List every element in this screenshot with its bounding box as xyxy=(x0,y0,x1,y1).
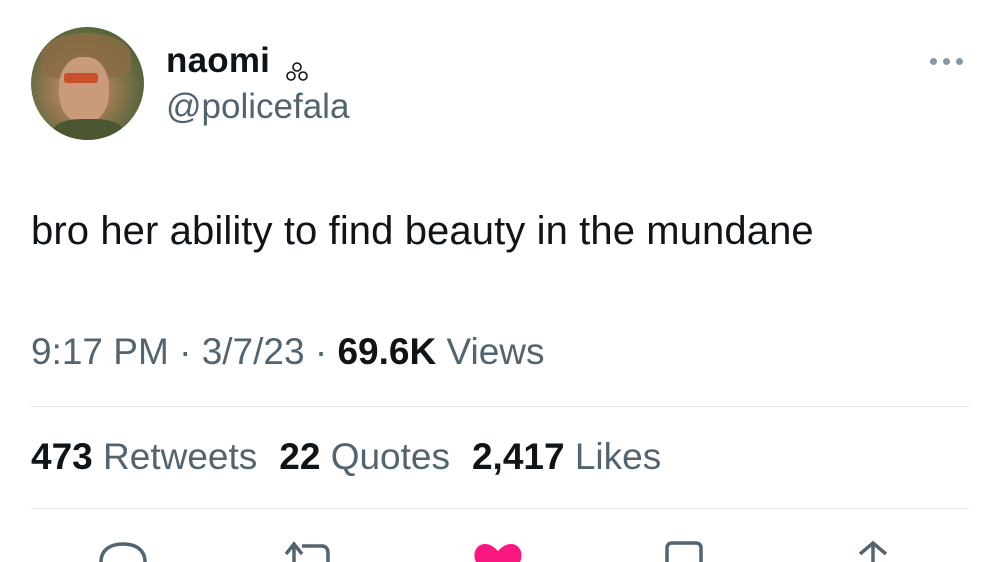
tweet-text: bro her ability to find beauty in the mu… xyxy=(31,209,814,253)
likes-count: 2,417 xyxy=(471,436,565,477)
more-options-icon[interactable] xyxy=(925,52,967,70)
meta-separator: · xyxy=(179,331,192,372)
divider xyxy=(31,406,969,407)
engagement-stats: 473 Retweets 22 Quotes 2,417 Likes xyxy=(31,436,661,478)
retweets-label: Retweets xyxy=(103,436,258,477)
avatar-shirt xyxy=(53,119,123,140)
tweet-meta: 9:17 PM · 3/7/23 · 69.6K Views xyxy=(31,331,545,373)
quotes-count: 22 xyxy=(279,436,321,477)
views-label: Views xyxy=(446,331,545,372)
heart-icon[interactable] xyxy=(472,540,524,562)
three-circles-icon xyxy=(286,62,308,81)
tweet-time[interactable]: 9:17 PM xyxy=(31,331,169,372)
likes-link[interactable]: 2,417 Likes xyxy=(472,436,661,477)
author-name[interactable]: naomi xyxy=(166,41,270,81)
reply-icon[interactable] xyxy=(98,540,148,562)
views-count: 69.6K xyxy=(337,331,437,372)
action-bar xyxy=(0,536,1000,562)
avatar[interactable] xyxy=(31,27,144,140)
divider xyxy=(31,508,969,509)
share-icon[interactable] xyxy=(856,540,890,562)
bookmark-icon[interactable] xyxy=(664,540,704,562)
more-dot xyxy=(955,57,963,65)
likes-label: Likes xyxy=(574,436,662,477)
retweets-link[interactable]: 473 Retweets xyxy=(31,436,257,477)
more-dot xyxy=(929,57,937,65)
retweet-icon[interactable] xyxy=(282,540,332,562)
meta-separator: · xyxy=(314,331,328,372)
quotes-label: Quotes xyxy=(330,436,450,477)
avatar-face-paint xyxy=(64,73,98,83)
author-handle[interactable]: @policefala xyxy=(166,87,349,127)
tweet-date[interactable]: 3/7/23 xyxy=(202,331,305,372)
avatar-face xyxy=(59,57,109,123)
retweets-count: 473 xyxy=(31,436,93,477)
quotes-link[interactable]: 22 Quotes xyxy=(279,436,450,477)
more-dot xyxy=(942,57,950,65)
